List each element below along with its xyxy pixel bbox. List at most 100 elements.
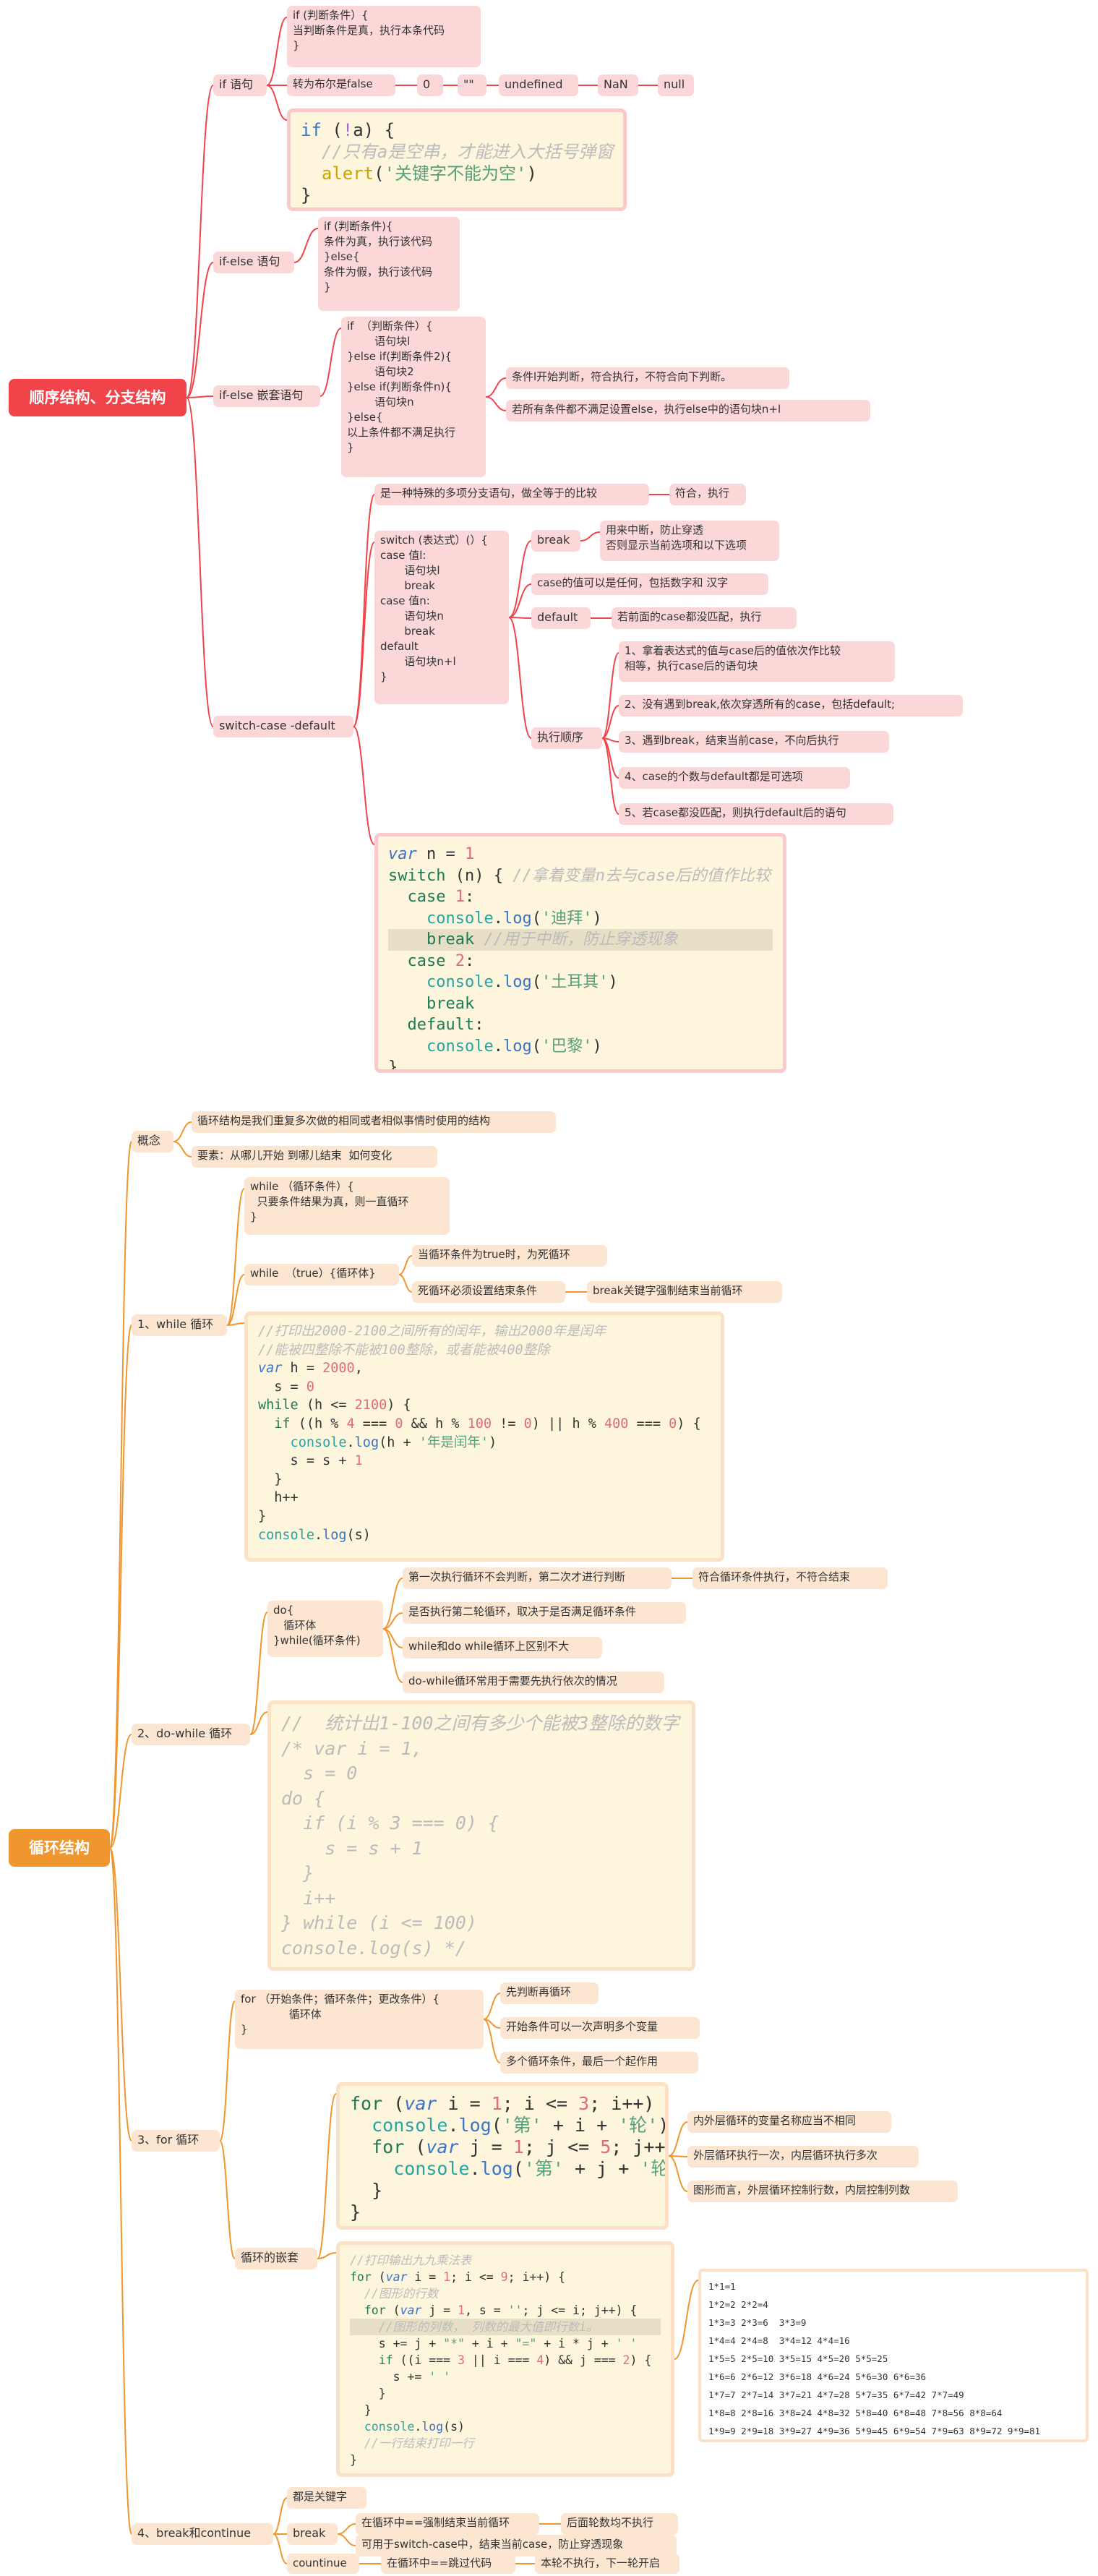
for-note-3[interactable]: 多个循环条件，最后一个起作用 <box>500 2052 698 2074</box>
if-syntax[interactable]: if (判断条件）{ 当判断条件是真，执行本条代码 } <box>287 6 481 67</box>
edge <box>186 397 214 727</box>
ifnest-syntax[interactable]: if （判断条件）{ 语句块l }else if(判断条件2){ 语句块2 }e… <box>341 317 486 477</box>
bc-break-note-1b[interactable]: 后面轮数均不执行 <box>561 2513 678 2535</box>
dowhile-note-3[interactable]: while和do while循环上区别不大 <box>403 1637 602 1659</box>
for-label[interactable]: 3、for 循环 <box>132 2130 220 2152</box>
output-row: 1*6=6 2*6=12 3*6=18 4*6=24 5*6=30 6*6=36 <box>708 2371 927 2382</box>
edge <box>293 228 319 263</box>
switch-syntax[interactable]: switch (表达式）(）{ case 值l: 语句块l break case… <box>374 531 509 704</box>
order-item-3[interactable]: 3、遇到break，结束当前case，不向后执行 <box>619 731 889 753</box>
falsy-empty-string[interactable]: "" <box>458 74 486 96</box>
edge <box>674 2280 699 2360</box>
ifelse-syntax[interactable]: if (判断条件){ 条件为真，执行该代码 }else{ 条件为假，执行该代码 … <box>318 217 460 311</box>
code-line: case 1: <box>407 888 475 906</box>
nest-label[interactable]: 循环的嵌套 <box>235 2248 317 2269</box>
output-row: 1*9=9 2*9=18 3*9=27 4*9=36 5*9=45 6*9=54… <box>708 2426 1041 2436</box>
code-line: for (var i = 1; i <= 9; i++) { <box>350 2270 566 2284</box>
code-line: s = s + 1 <box>258 1453 363 1469</box>
while-true-note-3[interactable]: break关键字强制结束当前循环 <box>587 1281 782 1303</box>
dowhile-label[interactable]: 2、do-while 循环 <box>132 1724 250 1745</box>
for-syntax[interactable]: for （开始条件；循环条件；更改条件）{ 循环体 } <box>235 1990 484 2049</box>
bc-label[interactable]: 4、break和continue <box>132 2523 273 2545</box>
switch-order-label[interactable]: 执行顺序 <box>531 727 602 749</box>
ifnest-label[interactable]: if-else 嵌套语句 <box>213 385 320 407</box>
dowhile-syntax[interactable]: do{ 循环体 }while(循环条件) <box>267 1601 383 1657</box>
nest-note-1[interactable]: 内外层循环的变量名称应当不相同 <box>687 2111 891 2133</box>
edge <box>337 2523 356 2535</box>
while-true-note-2[interactable]: 死循环必须设置结束条件 <box>412 1281 565 1303</box>
edge <box>485 377 507 398</box>
bc-break-note-1[interactable]: 在循环中==强制结束当前循环 <box>356 2513 539 2535</box>
falsy-zero[interactable]: 0 <box>417 74 443 96</box>
while-syntax[interactable]: while （循环条件）{ 只要条件结果为真，则一直循环 } <box>244 1177 450 1235</box>
code-line: s = 0 <box>258 1379 314 1395</box>
code-line: console.log(s) <box>364 2420 465 2434</box>
code-line: console.log('土耳其') <box>426 973 618 991</box>
if-code-block[interactable]: if (!a) { //只有a是空串，才能进入大括号弹窗 alert('关键字不… <box>287 108 627 211</box>
concept-item-2[interactable]: 要素：从哪儿开始 到哪儿结束 如何变化 <box>192 1146 437 1168</box>
bc-continue-note-1[interactable]: 在循环中==跳过代码 <box>381 2554 515 2574</box>
for-code-block[interactable]: for (var i = 1; i <= 3; i++) { console.l… <box>336 2082 669 2230</box>
falsy-nan[interactable]: NaN <box>598 74 638 96</box>
edge <box>601 737 619 815</box>
concept-item-1[interactable]: 循环结构是我们重复多次做的相同或者相似事情时使用的结构 <box>192 1111 556 1133</box>
multiplication-output[interactable]: 1*1=1 1*2=2 2*2=4 1*3=3 2*3=6 3*3=9 1*4=4 2… <box>698 2269 1089 2442</box>
edge <box>337 2533 356 2546</box>
order-item-2[interactable]: 2、没有遇到break,依次穿透所有的case，包括default; <box>619 695 963 716</box>
ifelse-label[interactable]: if-else 语句 <box>213 252 294 273</box>
switch-code-block[interactable]: var n = 1 switch (n) { //拿着变量n去与case后的值作比… <box>374 833 786 1073</box>
for-note-2[interactable]: 开始条件可以一次声明多个变量 <box>500 2017 700 2039</box>
nest-note-3[interactable]: 图形而言，外层循环控制行数，内层控制列数 <box>687 2181 958 2202</box>
edge <box>601 705 619 739</box>
code-line: } <box>281 1862 314 1883</box>
falsy-undefined[interactable]: undefined <box>499 74 578 96</box>
order-item-5[interactable]: 5、若case都没匹配，则执行default后的语句 <box>619 803 893 825</box>
while-true-note-1[interactable]: 当循环条件为true时，为死循环 <box>412 1245 607 1267</box>
switch-desc[interactable]: 是一种特殊的多项分支语句，做全等于的比较 <box>374 484 649 505</box>
while-code-block[interactable]: //打印出2000-2100之间所有的闰年，输出2000年是闰年 //能被四整除不… <box>244 1311 724 1562</box>
dowhile-note-4[interactable]: do-while循环常用于需要先执行依次的情况 <box>403 1672 664 1693</box>
if-bool-label[interactable]: 转为布尔是false <box>287 74 395 96</box>
dowhile-note-1b[interactable]: 符合循环条件执行，不符合结束 <box>692 1567 888 1589</box>
switch-default-desc[interactable]: 若前面的case都没匹配，执行 <box>612 607 797 629</box>
bc-note-1[interactable]: 都是关键字 <box>287 2487 366 2509</box>
nest-note-2[interactable]: 外层循环执行一次，内层循环执行多次 <box>687 2146 919 2168</box>
bc-continue-note-1b[interactable]: 本轮不执行，下一轮开启 <box>535 2554 679 2574</box>
output-row: 1*1=1 <box>708 2281 736 2292</box>
while-label[interactable]: 1、while 循环 <box>132 1314 227 1336</box>
root-loop-structure[interactable]: 循环结构 <box>9 1829 110 1867</box>
root-branch-structure[interactable]: 顺序结构、分支结构 <box>9 379 186 416</box>
dowhile-note-2[interactable]: 是否执行第二轮循环，取决于是否满足循环条件 <box>403 1602 686 1624</box>
for-note-1[interactable]: 先判断再循环 <box>500 1982 599 2004</box>
ifnest-note-2[interactable]: 若所有条件都不满足设置else，执行else中的语句块n+l <box>506 400 870 422</box>
code-line: switch (n) { //拿着变量n去与case后的值作比较 <box>388 866 771 885</box>
switch-desc-2[interactable]: 符合，执行 <box>669 484 746 505</box>
code-line: s += j + "*" + i + "=" + i * j + ' ' <box>350 2337 638 2350</box>
switch-case-desc[interactable]: case的值可以是任何，包括数字和 汉字 <box>531 573 768 595</box>
bc-continue-label[interactable]: countinue <box>287 2554 359 2574</box>
switch-break-label[interactable]: break <box>531 530 580 552</box>
dowhile-code-block[interactable]: // 统计出1-100之间有多少个能被3整除的数字 /* var i = 1, s… <box>267 1700 695 1971</box>
edge <box>483 1993 501 2020</box>
switch-label[interactable]: switch-case -default <box>213 716 353 737</box>
ifnest-note-1[interactable]: 条件l开始判断，符合执行，不符合向下判断。 <box>506 367 789 389</box>
falsy-null[interactable]: null <box>658 74 694 96</box>
order-item-4[interactable]: 4、case的个数与default都是可选项 <box>619 767 850 789</box>
code-line: if ((h % 4 === 0 && h % 100 != 0) || h %… <box>274 1416 701 1432</box>
table-code-block[interactable]: //打印输出九九乘法表 for (var i = 1; i <= 9; i++) … <box>336 2241 674 2477</box>
order-item-1[interactable]: 1、拿着表达式的值与case后的值依次作比较 相等，执行case后的语句块 <box>619 641 895 682</box>
if-label[interactable]: if 语句 <box>213 74 267 96</box>
edge <box>249 1612 268 1735</box>
switch-break-desc[interactable]: 用来中断，防止穿透 否则显示当前选项和以下选项 <box>600 521 779 561</box>
edge <box>382 1628 403 1648</box>
while-true-label[interactable]: while （true）{循环体} <box>244 1264 399 1285</box>
code-line: s += ' ' <box>350 2370 451 2384</box>
code-line: if ((i === 3 || i === 4) && j === 2) { <box>378 2353 652 2367</box>
bc-break-label[interactable]: break <box>287 2523 338 2545</box>
concept-label[interactable]: 概念 <box>132 1131 173 1152</box>
edge <box>668 2155 688 2192</box>
code-line: h++ <box>258 1490 299 1506</box>
edge <box>266 85 288 121</box>
switch-default-label[interactable]: default <box>531 607 591 629</box>
dowhile-note-1[interactable]: 第一次执行循环不会判断，第二次才进行判断 <box>403 1567 672 1589</box>
